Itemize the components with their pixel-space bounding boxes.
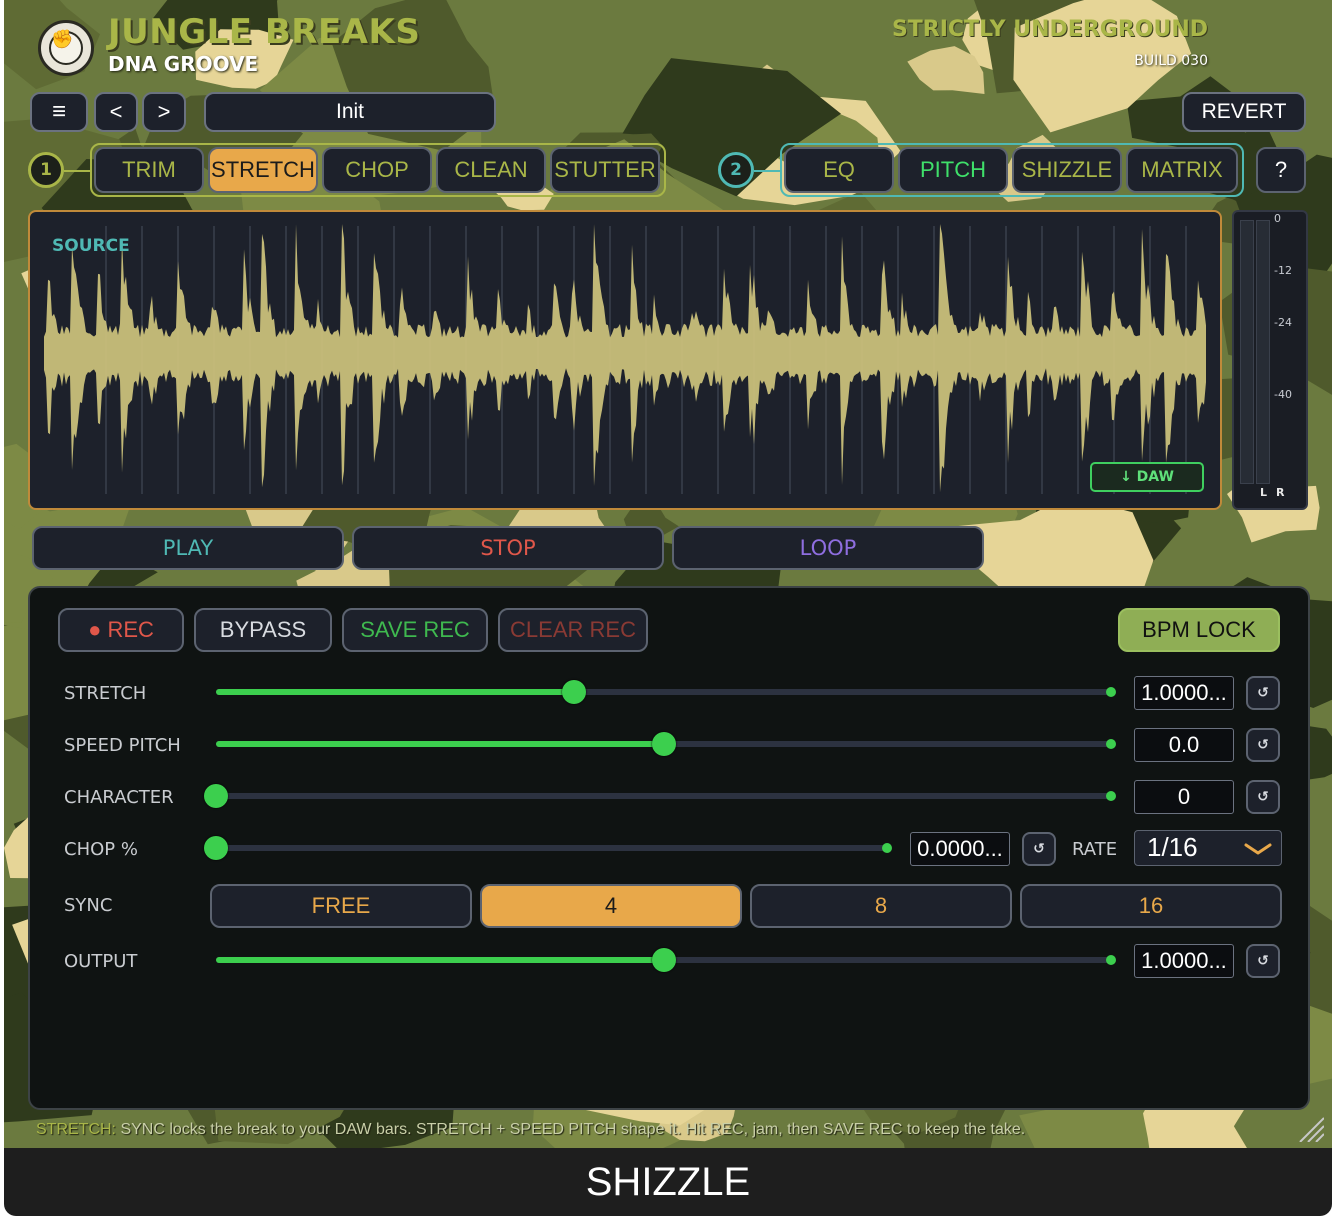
meter-tick: -24 [1274,316,1292,329]
slider-thumb[interactable] [652,948,676,972]
rate-dropdown[interactable]: 1/16 [1134,830,1282,866]
previous-preset-button[interactable]: < [94,92,138,132]
build-number: BUILD 030 [1134,53,1208,69]
source-label: SOURCE [52,236,130,256]
chop-percent-value[interactable]: 0.0000... [910,832,1010,866]
slider-thumb[interactable] [652,732,676,756]
character-value[interactable]: 0 [1134,780,1234,814]
stretch-control-panel: ● REC BYPASS SAVE REC CLEAR REC BPM LOCK… [28,586,1310,1110]
loop-button[interactable]: LOOP [672,526,984,570]
tab-stretch[interactable]: STRETCH [208,147,318,193]
next-preset-button[interactable]: > [142,92,186,132]
slider-end-marker [1106,955,1116,965]
tab-clean[interactable]: CLEAN [436,147,546,193]
sync-option-free[interactable]: FREE [210,884,472,928]
tab-shizzle[interactable]: SHIZZLE [1012,147,1122,193]
group-2-connector [754,170,782,172]
slider-fill [216,741,664,747]
stop-button[interactable]: STOP [352,526,664,570]
window-footer-title: SHIZZLE [4,1148,1332,1216]
character-label: CHARACTER [64,787,174,808]
slider-thumb[interactable] [562,680,587,704]
chevron-down-icon [1244,843,1272,855]
help-button[interactable]: ? [1256,147,1306,193]
character-reset-icon[interactable]: ↺ [1246,780,1280,814]
chop-reset-icon[interactable]: ↺ [1022,832,1056,866]
help-hint-text: SYNC locks the break to your DAW bars. S… [116,1121,1026,1138]
meter-right-label: R [1276,486,1285,499]
drag-to-daw-button[interactable]: ↓ DAW [1090,462,1204,492]
app-subtitle: DNA GROOVE [108,52,259,76]
slider-end-marker [1106,791,1116,801]
slider-thumb[interactable] [204,836,228,860]
stretch-value[interactable]: 1.0000... [1134,676,1234,710]
tab-matrix[interactable]: MATRIX [1126,147,1238,193]
output-reset-icon[interactable]: ↺ [1246,944,1280,978]
rate-value: 1/16 [1147,832,1198,862]
bpm-lock-toggle[interactable]: BPM LOCK [1118,608,1280,652]
slider-end-marker [1106,739,1116,749]
tagline: STRICTLY UNDERGROUND [891,17,1208,42]
help-hint: STRETCH: SYNC locks the break to your DA… [36,1121,1025,1139]
speed-pitch-reset-icon[interactable]: ↺ [1246,728,1280,762]
level-meter: 0 -12 -24 -40 L R [1232,210,1308,510]
stretch-slider[interactable] [216,680,1116,704]
play-button[interactable]: PLAY [32,526,344,570]
hamburger-menu-icon[interactable]: ≡ [30,92,88,132]
meter-tick: -40 [1274,388,1292,401]
speed-pitch-slider[interactable] [216,732,1116,756]
resize-grip-icon[interactable] [1296,1114,1324,1142]
slider-end-marker [1106,687,1116,697]
waveform-graphic [44,224,1206,494]
character-slider[interactable] [204,784,1116,808]
tab-stutter[interactable]: STUTTER [550,147,660,193]
sync-option-8[interactable]: 8 [750,884,1012,928]
bypass-button[interactable]: BYPASS [194,608,332,652]
stretch-reset-icon[interactable]: ↺ [1246,676,1280,710]
save-rec-button[interactable]: SAVE REC [342,608,488,652]
help-hint-key: STRETCH: [36,1121,116,1138]
clear-rec-button[interactable]: CLEAR REC [498,608,648,652]
tab-pitch[interactable]: PITCH [898,147,1008,193]
meter-right-channel [1256,220,1270,484]
speed-pitch-label: SPEED PITCH [64,735,181,756]
output-slider[interactable] [216,948,1116,972]
rate-label: RATE [1072,839,1118,860]
slider-thumb[interactable] [204,784,228,808]
preset-name-field[interactable]: Init [204,92,496,132]
tab-trim[interactable]: TRIM [94,147,204,193]
app-title: JUNGLE BREAKS [108,12,421,52]
sync-option-4[interactable]: 4 [480,884,742,928]
group-1-connector [64,170,92,172]
meter-left-label: L [1260,486,1268,499]
revert-button[interactable]: REVERT [1182,92,1306,132]
slider-fill [216,689,575,695]
meter-left-channel [1240,220,1254,484]
slider-fill [216,957,664,963]
module-group-1-badge: 1 [28,152,64,188]
sync-label: SYNC [64,895,113,916]
stretch-label: STRETCH [64,683,147,704]
module-group-2-badge: 2 [718,152,754,188]
sync-option-16[interactable]: 16 [1020,884,1282,928]
output-label: OUTPUT [64,951,138,972]
output-value[interactable]: 1.0000... [1134,944,1234,978]
speed-pitch-value[interactable]: 0.0 [1134,728,1234,762]
chop-percent-label: CHOP % [64,839,138,860]
tab-chop[interactable]: CHOP [322,147,432,193]
plugin-window: ✊ JUNGLE BREAKS DNA GROOVE STRICTLY UNDE… [4,0,1332,1148]
slider-end-marker [882,843,892,853]
record-button[interactable]: ● REC [58,608,184,652]
chop-percent-slider[interactable] [204,836,892,860]
meter-tick: 0 [1274,212,1281,225]
waveform-display[interactable]: SOURCE ↓ DAW [28,210,1222,510]
brand-logo: ✊ [38,20,94,76]
meter-tick: -12 [1274,264,1292,277]
tab-eq[interactable]: EQ [784,147,894,193]
